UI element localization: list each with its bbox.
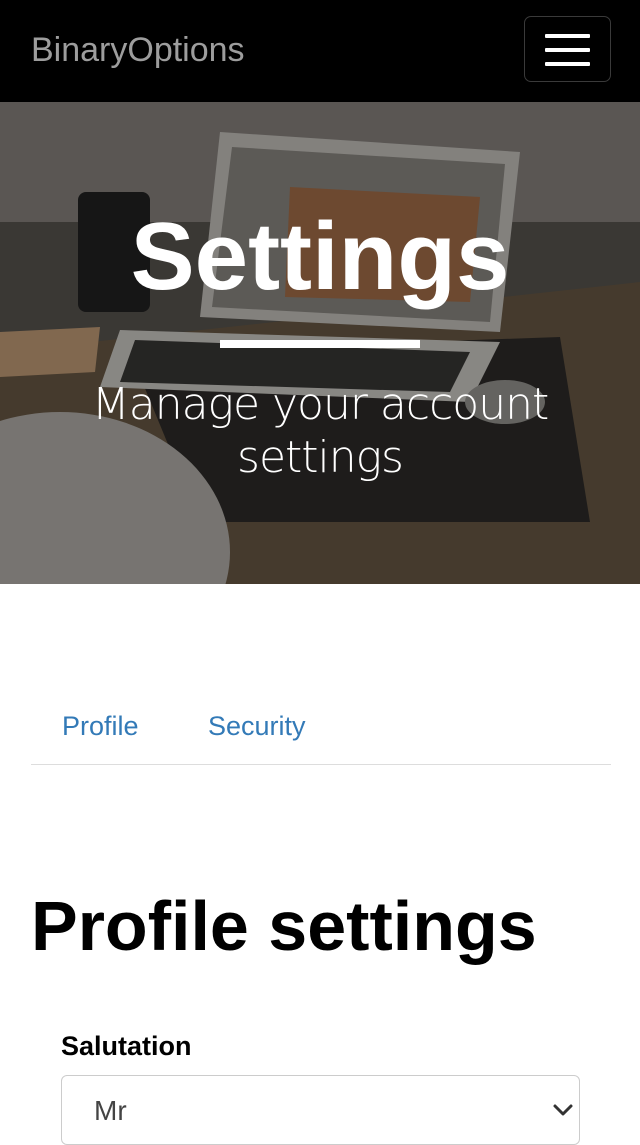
hero-banner: Settings Manage your account settings [0, 102, 640, 584]
menu-toggle-button[interactable] [524, 16, 611, 82]
tab-profile[interactable]: Profile [62, 709, 139, 743]
brand-link[interactable]: BinaryOptions [31, 30, 245, 70]
page-subtitle: Manage your account settings [91, 379, 549, 483]
tab-security[interactable]: Security [208, 709, 306, 743]
salutation-select[interactable]: Mr [61, 1075, 580, 1145]
hamburger-menu-icon [545, 34, 590, 38]
settings-tabs: Profile Security [31, 692, 611, 765]
salutation-label: Salutation [61, 1031, 192, 1061]
title-divider [220, 340, 420, 348]
page-title: Settings [130, 203, 510, 310]
navbar: BinaryOptions [0, 0, 640, 102]
hamburger-menu-icon-bar [545, 48, 590, 52]
chevron-down-icon [553, 1104, 573, 1116]
hamburger-menu-icon-bar [545, 62, 590, 66]
section-title: Profile settings [31, 887, 537, 965]
salutation-value: Mr [94, 1095, 127, 1126]
